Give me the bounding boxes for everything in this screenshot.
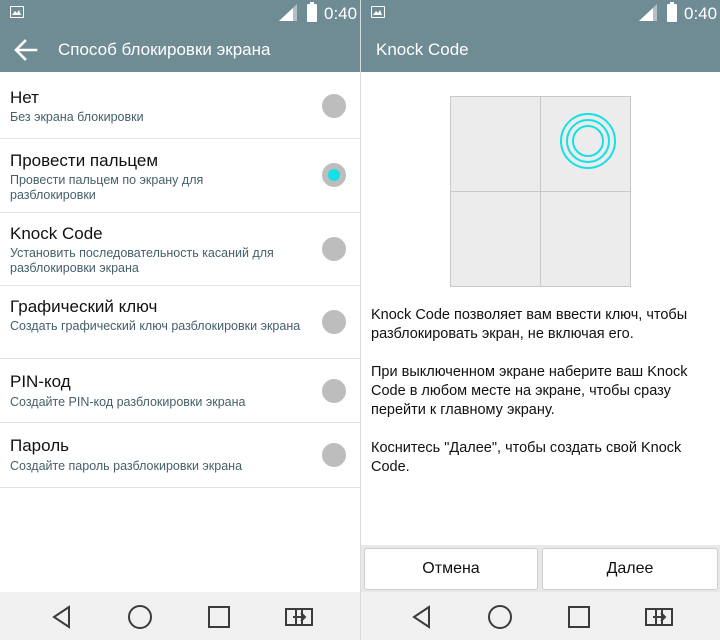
knock-code-screen: 0:40 Knock Code Knock Code позволяет вам… <box>361 0 720 640</box>
back-icon[interactable] <box>409 604 435 630</box>
next-button[interactable]: Далее <box>542 548 718 590</box>
option-pin[interactable]: PIN-код Создайте PIN-код разблокировки э… <box>0 359 360 423</box>
app-bar: Knock Code <box>361 28 720 72</box>
knock-quadrant-top-right[interactable] <box>540 96 631 192</box>
radio-button[interactable] <box>322 310 346 334</box>
nav-bar <box>0 592 360 640</box>
option-subtitle: Установить последовательность касаний дл… <box>10 246 274 275</box>
home-icon[interactable] <box>127 604 153 630</box>
dual-window-icon[interactable] <box>644 604 674 630</box>
app-bar: Способ блокировки экрана <box>0 28 360 72</box>
knock-quadrant-bottom-right[interactable] <box>540 191 631 287</box>
option-knock-code[interactable]: Knock Code Установить последовательность… <box>0 213 360 286</box>
battery-icon <box>307 2 317 22</box>
option-title: Knock Code <box>10 224 103 243</box>
option-pattern[interactable]: Графический ключ Создать графический клю… <box>0 286 360 359</box>
page-title: Способ блокировки экрана <box>58 40 271 59</box>
page-title: Knock Code <box>376 40 469 59</box>
option-title: Нет <box>10 88 39 107</box>
option-subtitle: Провести пальцем по экрану для разблокир… <box>10 173 204 202</box>
nav-bar <box>361 592 720 640</box>
recents-icon[interactable] <box>566 604 592 630</box>
lock-method-list: Нет Без экрана блокировки Провести пальц… <box>0 72 360 488</box>
option-subtitle: Создайте PIN-код разблокировки экрана <box>10 395 246 409</box>
lock-method-screen: 0:40 Способ блокировки экрана Нет Без эк… <box>0 0 360 640</box>
knock-quadrant-top-left[interactable] <box>450 96 541 192</box>
dual-window-icon[interactable] <box>284 604 314 630</box>
radio-button[interactable] <box>322 443 346 467</box>
option-title: PIN-код <box>10 372 71 391</box>
option-none[interactable]: Нет Без экрана блокировки <box>0 72 360 139</box>
back-arrow-icon[interactable] <box>12 38 40 62</box>
battery-icon <box>667 2 677 22</box>
description-paragraph: При выключенном экране наберите ваш Knoc… <box>371 364 688 418</box>
signal-icon <box>279 4 297 21</box>
option-subtitle: Создать графический ключ разблокировки э… <box>10 319 301 333</box>
option-subtitle: Создайте пароль разблокировки экрана <box>10 459 243 473</box>
signal-icon <box>639 4 657 21</box>
recents-icon[interactable] <box>206 604 232 630</box>
status-bar: 0:40 <box>361 0 720 28</box>
knock-code-description: Knock Code позволяет вам ввести ключ, чт… <box>371 306 715 496</box>
action-bar: Отмена Далее <box>361 545 720 593</box>
option-title: Пароль <box>10 436 69 455</box>
radio-button-selected[interactable] <box>322 163 346 187</box>
status-clock: 0:40 <box>684 4 718 23</box>
radio-button[interactable] <box>322 379 346 403</box>
option-swipe[interactable]: Провести пальцем Провести пальцем по экр… <box>0 139 360 213</box>
knock-code-grid <box>450 96 631 287</box>
option-subtitle: Без экрана блокировки <box>10 110 144 124</box>
knock-tap-indicator <box>559 112 617 175</box>
image-icon <box>371 6 385 18</box>
option-password[interactable]: Пароль Создайте пароль разблокировки экр… <box>0 423 360 488</box>
image-icon <box>10 6 24 18</box>
home-icon[interactable] <box>487 604 513 630</box>
back-icon[interactable] <box>49 604 75 630</box>
radio-button[interactable] <box>322 237 346 261</box>
description-paragraph: Коснитесь "Далее", чтобы создать свой Kn… <box>371 440 682 475</box>
radio-button[interactable] <box>322 94 346 118</box>
status-bar: 0:40 <box>0 0 360 28</box>
cancel-button[interactable]: Отмена <box>364 548 538 590</box>
option-title: Графический ключ <box>10 297 158 316</box>
description-paragraph: Knock Code позволяет вам ввести ключ, чт… <box>371 307 688 342</box>
option-title: Провести пальцем <box>10 151 159 170</box>
knock-quadrant-bottom-left[interactable] <box>450 191 541 287</box>
status-clock: 0:40 <box>324 4 358 23</box>
